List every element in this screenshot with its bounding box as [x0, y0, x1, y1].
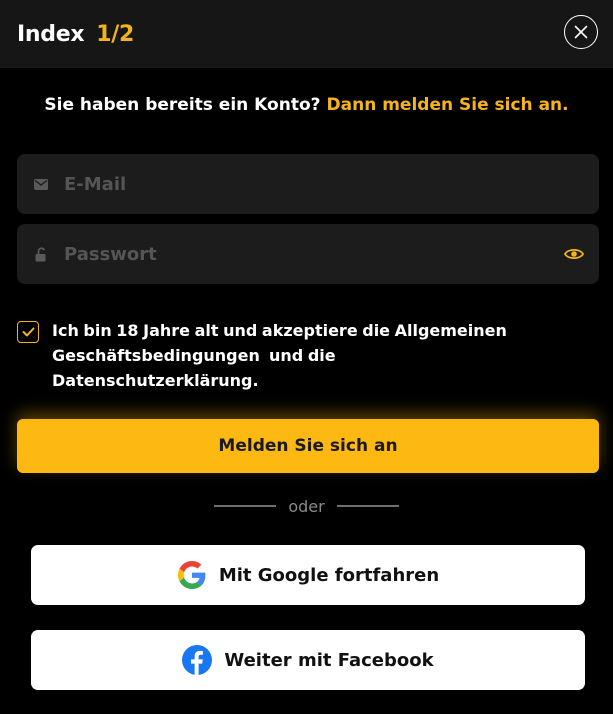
terms-link[interactable]: Geschäftsbedingungen — [52, 346, 260, 365]
password-input[interactable] — [64, 224, 544, 284]
consent-period: . — [252, 371, 259, 390]
consent-line1: Ich bin 18 Jahre alt und akzeptiere die … — [52, 321, 507, 340]
check-icon — [22, 327, 34, 337]
or-divider: oder — [0, 494, 613, 518]
eye-icon[interactable] — [564, 247, 584, 261]
google-icon — [177, 560, 207, 590]
email-input[interactable] — [64, 154, 544, 214]
consent-and: und die — [269, 346, 336, 365]
google-login-label: Mit Google fortfahren — [218, 564, 440, 586]
facebook-icon — [182, 645, 213, 675]
divider-line-right — [336, 505, 399, 507]
login-prompt-text: Sie haben bereits ein Konto? — [44, 95, 321, 115]
facebook-login-label: Weiter mit Facebook — [224, 649, 434, 671]
email-field-container — [17, 154, 599, 214]
login-button[interactable]: Melden Sie sich an — [17, 419, 599, 473]
consent-text: Ich bin 18 Jahre alt und akzeptiere die … — [52, 318, 597, 393]
privacy-link[interactable]: Datenschutzerklärung — [52, 371, 253, 390]
terms-consent: Ich bin 18 Jahre alt und akzeptiere die … — [17, 318, 599, 398]
modal-title: Index — [17, 21, 85, 47]
login-prompt: Sie haben bereits ein Konto? Dann melden … — [0, 95, 613, 115]
terms-checkbox[interactable] — [17, 321, 39, 343]
divider-line-left — [214, 505, 277, 507]
facebook-login-button[interactable]: Weiter mit Facebook — [31, 630, 585, 690]
unlock-icon — [33, 246, 49, 262]
password-field-container — [17, 224, 599, 284]
modal-header: Index 1/2 — [0, 0, 613, 68]
divider-label: oder — [288, 496, 325, 516]
mail-icon — [33, 176, 49, 192]
google-login-button[interactable]: Mit Google fortfahren — [31, 545, 585, 605]
login-link[interactable]: Dann melden Sie sich an. — [327, 95, 569, 115]
close-icon — [574, 25, 588, 39]
page-indicator: 1/2 — [96, 21, 134, 47]
close-button[interactable] — [564, 15, 598, 49]
